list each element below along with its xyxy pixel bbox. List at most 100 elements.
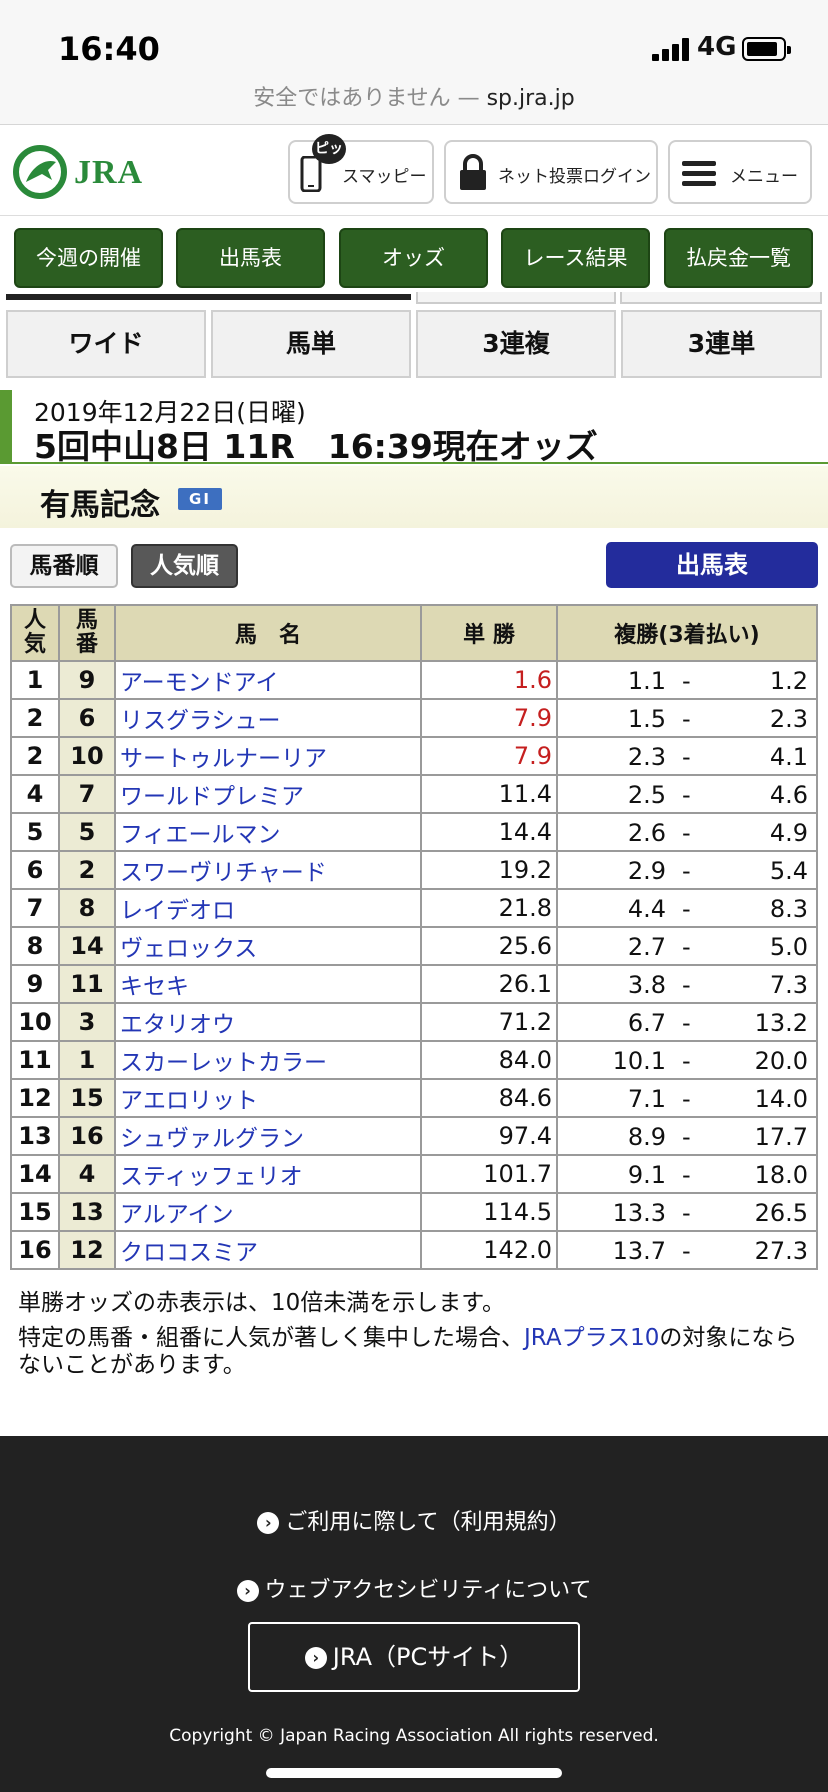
site-footer: › ご利用に際して（利用規約） › ウェブアクセシビリティについて › JRA（PCサ… [0, 1436, 828, 1792]
popularity-cell: 2 [10, 698, 60, 738]
tab-wide[interactable]: ワイド [6, 310, 206, 378]
table-row: 5 5 フィエールマン 14.4 2.6-4.9 [10, 812, 818, 852]
sort-by-number-button[interactable]: 馬番順 [10, 544, 118, 588]
race-header: 2019年12月22日(日曜) 5回中山8日 11R 16:39現在オッズ [0, 390, 828, 466]
accessibility-label: ウェブアクセシビリティについて [264, 1578, 592, 1603]
popularity-cell: 13 [10, 1116, 60, 1156]
net-vote-login-button[interactable]: ネット投票ログイン [444, 140, 658, 204]
horse-name-link[interactable]: ヴェロックス [114, 926, 422, 966]
popularity-cell: 8 [10, 926, 60, 966]
popularity-cell: 5 [10, 812, 60, 852]
tab-exacta[interactable]: 馬単 [211, 310, 411, 378]
place-odds-high: 13.2 [754, 1009, 808, 1037]
race-info: 5回中山8日 11R 16:39現在オッズ [34, 427, 598, 466]
place-odds-high: 26.5 [754, 1199, 808, 1227]
entries-button[interactable]: 出馬表 [606, 542, 818, 588]
horse-name-link[interactable]: スカーレットカラー [114, 1040, 422, 1080]
horse-number-cell: 13 [58, 1192, 116, 1232]
hamburger-menu-icon [682, 161, 716, 186]
win-odds-cell: 26.1 [420, 964, 558, 1004]
menu-button[interactable]: メニュー [668, 140, 812, 204]
terms-link[interactable]: › ご利用に際して（利用規約） [0, 1504, 828, 1536]
nav-odds[interactable]: オッズ [339, 228, 488, 288]
horse-name-link[interactable]: スティッフェリオ [114, 1154, 422, 1194]
place-odds-high: 27.3 [754, 1237, 808, 1265]
horse-name-link[interactable]: クロコスミア [114, 1230, 422, 1270]
win-odds-cell: 11.4 [420, 774, 558, 814]
range-dash: - [682, 1123, 691, 1151]
horse-name-link[interactable]: シュヴァルグラン [114, 1116, 422, 1156]
place-odds-low: 3.8 [627, 971, 666, 999]
battery-icon [742, 37, 791, 61]
place-odds-cell: 1.5- 2.3 [556, 698, 818, 738]
place-odds-cell: 7.1- 14.0 [556, 1078, 818, 1118]
place-odds-low: 2.7 [627, 933, 666, 961]
place-odds-cell: 6.7- 13.2 [556, 1002, 818, 1042]
place-odds-high: 4.6 [769, 781, 808, 809]
range-dash: - [682, 895, 691, 923]
horse-name-link[interactable]: リスグラシュー [114, 698, 422, 738]
place-odds-low: 7.1 [627, 1085, 666, 1113]
upper-tab-edge[interactable] [620, 292, 822, 304]
range-dash: - [682, 857, 691, 885]
horse-name-link[interactable]: アーモンドアイ [114, 660, 422, 700]
tab-trio[interactable]: 3連複 [416, 310, 616, 378]
horse-name-link[interactable]: サートゥルナーリア [114, 736, 422, 776]
horse-name-link[interactable]: アルアイン [114, 1192, 422, 1232]
site-header: JRA ピッ スマッピー ネット投票ログイン メニュー [0, 126, 828, 216]
copyright: Copyright © Japan Racing Association All… [169, 1726, 659, 1746]
place-odds-low: 6.7 [627, 1009, 666, 1037]
horse-name-link[interactable]: エタリオウ [114, 1002, 422, 1042]
table-row: 2 6 リスグラシュー 7.9 1.5- 2.3 [10, 698, 818, 738]
smappy-button[interactable]: ピッ スマッピー [288, 134, 434, 204]
win-odds-cell: 97.4 [420, 1116, 558, 1156]
horse-name-link[interactable]: キセキ [114, 964, 422, 1004]
popularity-cell: 9 [10, 964, 60, 1004]
horse-number-cell: 10 [58, 736, 116, 776]
horse-name-link[interactable]: フィエールマン [114, 812, 422, 852]
range-dash: - [682, 1199, 691, 1227]
sort-by-popularity-button[interactable]: 人気順 [131, 544, 238, 588]
nav-this-week[interactable]: 今週の開催 [14, 228, 163, 288]
home-indicator[interactable] [266, 1768, 562, 1778]
horse-number-cell: 7 [58, 774, 116, 814]
insecure-warning: 安全ではありません — [253, 86, 487, 111]
menu-label: メニュー [730, 167, 798, 187]
place-odds-cell: 2.3- 4.1 [556, 736, 818, 776]
nav-payouts[interactable]: 払戻金一覧 [664, 228, 813, 288]
win-odds-cell: 7.9 [420, 698, 558, 738]
horse-name-link[interactable]: スワーヴリチャード [114, 850, 422, 890]
cellular-signal-icon [652, 37, 690, 61]
jra-plus10-link[interactable]: JRAプラス10 [524, 1325, 659, 1351]
horse-number-cell: 15 [58, 1078, 116, 1118]
nav-entries[interactable]: 出馬表 [176, 228, 325, 288]
grade-badge: GI [178, 488, 222, 510]
range-dash: - [682, 1009, 691, 1037]
header-horse-name: 馬 名 [114, 604, 422, 662]
horse-name-link[interactable]: レイデオロ [114, 888, 422, 928]
horse-name-link[interactable]: ワールドプレミア [114, 774, 422, 814]
horse-name-link[interactable]: アエロリット [114, 1078, 422, 1118]
horse-number-cell: 1 [58, 1040, 116, 1080]
range-dash: - [682, 705, 691, 733]
address-bar[interactable]: 安全ではありません — sp.jra.jp [0, 80, 828, 112]
table-row: 16 12 クロコスミア 142.0 13.7- 27.3 [10, 1230, 818, 1270]
jra-logo[interactable]: JRA [12, 142, 162, 200]
accessibility-link[interactable]: › ウェブアクセシビリティについて [0, 1572, 828, 1604]
table-row: 10 3 エタリオウ 71.2 6.7- 13.2 [10, 1002, 818, 1042]
range-dash: - [682, 819, 691, 847]
popularity-cell: 2 [10, 736, 60, 776]
upper-tab-edge[interactable] [416, 292, 616, 304]
tab-trifecta[interactable]: 3連単 [621, 310, 822, 378]
popularity-cell: 7 [10, 888, 60, 928]
range-dash: - [682, 1161, 691, 1189]
place-odds-cell: 8.9- 17.7 [556, 1116, 818, 1156]
place-odds-cell: 13.3- 26.5 [556, 1192, 818, 1232]
pc-site-button[interactable]: › JRA（PCサイト） [248, 1622, 580, 1692]
pit-badge: ピッ [312, 134, 346, 164]
chevron-right-icon: › [304, 1647, 327, 1669]
place-odds-low: 8.9 [627, 1123, 666, 1151]
odds-table-body: 1 9 アーモンドアイ 1.6 1.1-1.2 2 6 リスグラシュー 7.9 1.5-2.3 2 1… [10, 660, 818, 1270]
nav-results[interactable]: レース結果 [501, 228, 650, 288]
network-type: 4G [697, 32, 737, 62]
